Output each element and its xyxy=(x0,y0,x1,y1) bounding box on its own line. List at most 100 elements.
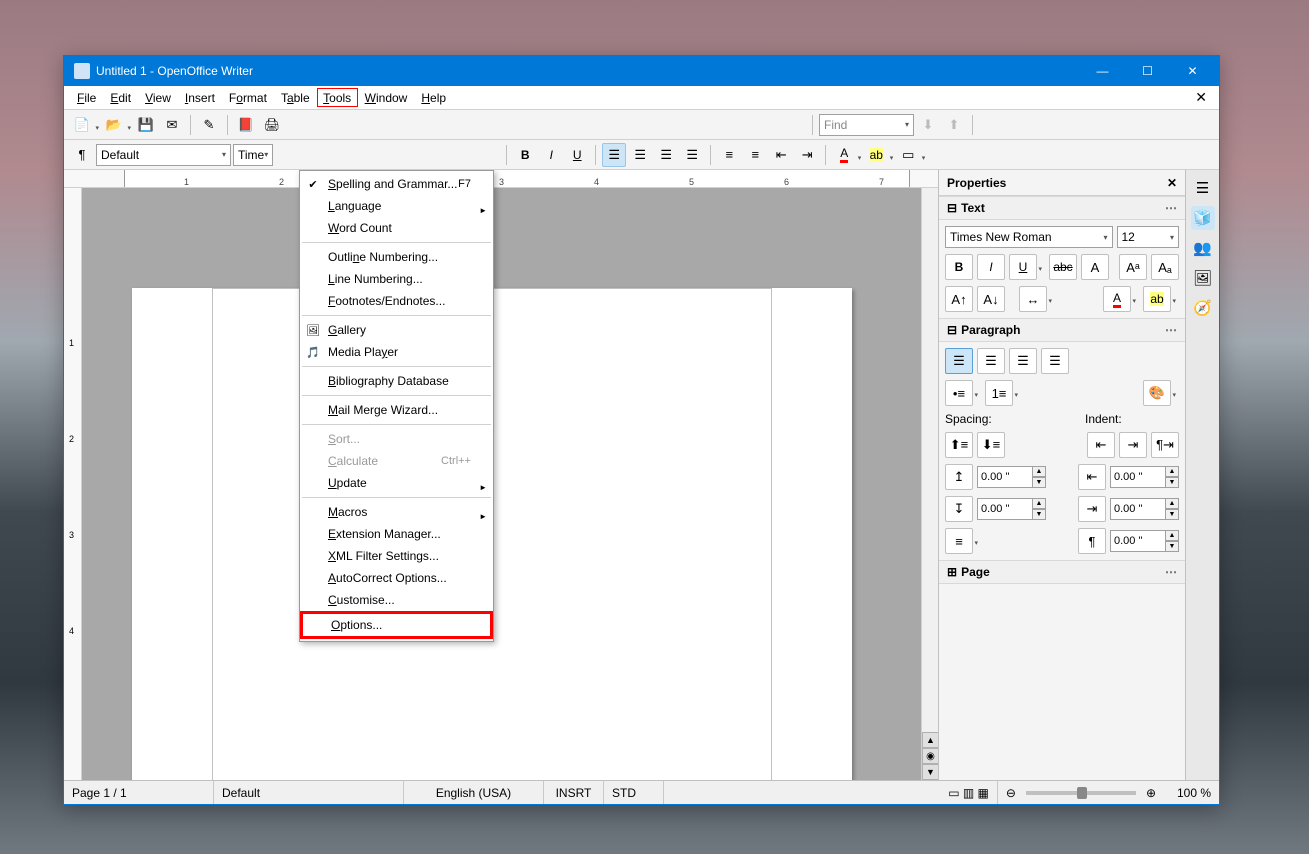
para-bullets-button[interactable]: •≡ xyxy=(945,380,973,406)
prop-bold-button[interactable]: B xyxy=(945,254,973,280)
properties-close-button[interactable]: ✕ xyxy=(1167,176,1177,190)
hanging-indent-button[interactable]: ¶⇥ xyxy=(1151,432,1179,458)
numbered-list-button[interactable]: ≡ xyxy=(717,143,741,167)
status-zoom[interactable]: 100 % xyxy=(1164,781,1219,804)
tools-item-mail-merge-wizard-[interactable]: Mail Merge Wizard... xyxy=(300,399,493,421)
prop-grow-button[interactable]: A↑ xyxy=(945,286,973,312)
prop-italic-button[interactable]: I xyxy=(977,254,1005,280)
para-number-button[interactable]: 1≡ xyxy=(985,380,1013,406)
italic-button[interactable]: I xyxy=(539,143,563,167)
para-style-combo[interactable]: Default xyxy=(96,144,231,166)
prop-size-combo[interactable]: 12 xyxy=(1117,226,1180,248)
vertical-ruler[interactable]: 1 2 3 4 xyxy=(64,188,82,780)
tools-item-outline-numbering-[interactable]: Outline Numbering... xyxy=(300,246,493,268)
prop-shadow-button[interactable]: A xyxy=(1081,254,1109,280)
align-center-button[interactable]: ☰ xyxy=(628,143,652,167)
maximize-button[interactable]: ☐ xyxy=(1125,57,1170,85)
status-sel[interactable]: STD xyxy=(604,781,664,804)
menu-format[interactable]: Format xyxy=(222,88,274,108)
spacing-above-input[interactable]: ▲▼ xyxy=(977,466,1046,488)
outdent-button[interactable]: ⇤ xyxy=(769,143,793,167)
find-combo[interactable]: Find xyxy=(819,114,914,136)
indent-right-input[interactable]: ▲▼ xyxy=(1110,498,1179,520)
highlight-button[interactable]: ab xyxy=(864,143,888,167)
para-align-right[interactable]: ☰ xyxy=(1009,348,1037,374)
tools-item-media-player[interactable]: 🎵Media Player xyxy=(300,341,493,363)
tools-item-update[interactable]: Update xyxy=(300,472,493,494)
para-bgcolor-button[interactable]: 🎨 xyxy=(1143,380,1171,406)
tools-item-word-count[interactable]: Word Count xyxy=(300,217,493,239)
dec-spacing-button[interactable]: ⬇≡ xyxy=(977,432,1005,458)
menu-view[interactable]: View xyxy=(138,88,178,108)
menu-table[interactable]: Table xyxy=(274,88,317,108)
menu-window[interactable]: Window xyxy=(358,88,415,108)
bgcolor-button[interactable]: ▭ xyxy=(896,143,920,167)
first-line-input[interactable]: ▲▼ xyxy=(1110,530,1179,552)
close-document-button[interactable]: ✕ xyxy=(1189,87,1213,108)
styles-button[interactable]: ¶ xyxy=(70,143,94,167)
tools-item-footnotes-endnotes-[interactable]: Footnotes/Endnotes... xyxy=(300,290,493,312)
font-color-button[interactable]: A xyxy=(832,143,856,167)
open-button[interactable]: 📂 xyxy=(102,113,126,137)
dec-indent-button[interactable]: ⇥ xyxy=(1119,432,1147,458)
para-more-icon[interactable]: ⋯ xyxy=(1165,323,1177,337)
status-lang[interactable]: English (USA) xyxy=(404,781,544,804)
prop-underline-button[interactable]: U xyxy=(1009,254,1037,280)
para-align-center[interactable]: ☰ xyxy=(977,348,1005,374)
tools-item-customise-[interactable]: Customise... xyxy=(300,589,493,611)
page-scroll-area[interactable] xyxy=(82,188,921,780)
save-button[interactable]: 💾 xyxy=(134,113,158,137)
underline-button[interactable]: U xyxy=(565,143,589,167)
sidebar-navigator-button[interactable]: 🧭 xyxy=(1191,296,1215,320)
tools-item-spelling-and-grammar-[interactable]: ✔Spelling and Grammar...F7 xyxy=(300,173,493,195)
print-button[interactable]: 🖨 xyxy=(260,113,284,137)
align-left-button[interactable]: ☰ xyxy=(602,143,626,167)
status-insert[interactable]: INSRT xyxy=(544,781,604,804)
menu-help[interactable]: Help xyxy=(414,88,453,108)
para-align-justify[interactable]: ☰ xyxy=(1041,348,1069,374)
spacing-below-input[interactable]: ▲▼ xyxy=(977,498,1046,520)
align-justify-button[interactable]: ☰ xyxy=(680,143,704,167)
section-paragraph-header[interactable]: ⊟Paragraph⋯ xyxy=(939,318,1185,342)
font-name-combo[interactable]: Time xyxy=(233,144,273,166)
zoom-slider[interactable] xyxy=(1026,791,1136,795)
indent-button[interactable]: ⇥ xyxy=(795,143,819,167)
zoom-out-button[interactable]: ⊖ xyxy=(1006,786,1016,800)
find-next-button[interactable]: ⬆ xyxy=(942,113,966,137)
section-text-header[interactable]: ⊟Text⋯ xyxy=(939,196,1185,220)
page-more-icon[interactable]: ⋯ xyxy=(1165,565,1177,579)
sidebar-gallery-button[interactable]: 🖼 xyxy=(1191,266,1215,290)
tools-item-extension-manager-[interactable]: Extension Manager... xyxy=(300,523,493,545)
section-page-header[interactable]: ⊞Page⋯ xyxy=(939,560,1185,584)
menu-tools[interactable]: Tools xyxy=(317,88,358,107)
prop-spacing-button[interactable]: ↔ xyxy=(1019,286,1047,312)
tools-item-autocorrect-options-[interactable]: AutoCorrect Options... xyxy=(300,567,493,589)
inc-spacing-button[interactable]: ⬆≡ xyxy=(945,432,973,458)
prop-sub-button[interactable]: Aₐ xyxy=(1151,254,1179,280)
prop-strike-button[interactable]: abc xyxy=(1049,254,1077,280)
next-page-button[interactable]: ▼ xyxy=(922,764,938,780)
tools-item-gallery[interactable]: 🖼Gallery xyxy=(300,319,493,341)
tools-item-macros[interactable]: Macros xyxy=(300,501,493,523)
inc-indent-button[interactable]: ⇤ xyxy=(1087,432,1115,458)
sidebar-styles-button[interactable]: 👥 xyxy=(1191,236,1215,260)
zoom-controls[interactable]: ⊖ ⊕ xyxy=(998,781,1164,804)
status-page[interactable]: Page 1 / 1 xyxy=(64,781,214,804)
pdf-export-button[interactable]: 📕 xyxy=(234,113,258,137)
prop-super-button[interactable]: Aᵃ xyxy=(1119,254,1147,280)
prop-font-combo[interactable]: Times New Roman xyxy=(945,226,1113,248)
tools-item-options-[interactable]: Options... xyxy=(303,614,490,636)
para-align-left[interactable]: ☰ xyxy=(945,348,973,374)
tools-item-language[interactable]: Language xyxy=(300,195,493,217)
tools-item-bibliography-database[interactable]: Bibliography Database xyxy=(300,370,493,392)
align-right-button[interactable]: ☰ xyxy=(654,143,678,167)
email-button[interactable]: ✉ xyxy=(160,113,184,137)
vertical-scrollbar[interactable]: ▲ ◉ ▼ xyxy=(921,188,938,780)
close-button[interactable]: ✕ xyxy=(1170,57,1215,85)
find-prev-button[interactable]: ⬇ xyxy=(916,113,940,137)
line-spacing-button[interactable]: ≡ xyxy=(945,528,973,554)
bold-button[interactable]: B xyxy=(513,143,537,167)
zoom-in-button[interactable]: ⊕ xyxy=(1146,786,1156,800)
titlebar[interactable]: Untitled 1 - OpenOffice Writer — ☐ ✕ xyxy=(64,56,1219,86)
status-viewmode[interactable]: ▭ ▥ ▦ xyxy=(940,781,998,804)
